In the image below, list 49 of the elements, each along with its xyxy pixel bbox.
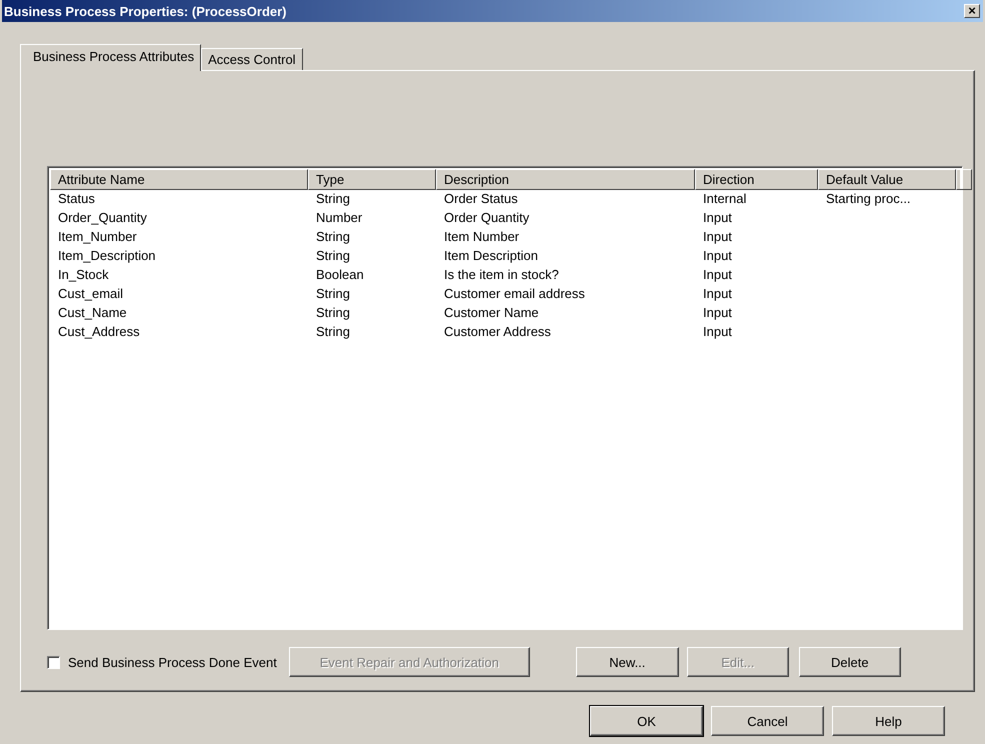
table-cell-text: String: [315, 229, 351, 244]
table-cell-text: In_Stock: [57, 267, 110, 282]
table-cell-text: String: [315, 248, 351, 263]
action-button[interactable]: Delete: [798, 647, 901, 677]
table-cell-text: Is the item in stock?: [443, 267, 560, 282]
table-cell-text: Customer Name: [443, 305, 540, 320]
table-cell-text: Status: [57, 191, 96, 206]
table-cell-text: Cust_email: [57, 286, 124, 301]
table-cell-text: Input: [702, 267, 733, 282]
table-cell-text: Customer email address: [443, 286, 586, 301]
table-cell-text: Input: [702, 210, 733, 225]
column-header[interactable]: Description: [436, 169, 695, 190]
table-cell-text: Order_Quantity: [57, 210, 148, 225]
column-header[interactable]: Type: [308, 169, 436, 190]
table-cell-text: Boolean: [315, 267, 365, 282]
table-cell-text: String: [315, 324, 351, 339]
table-cell-text: Item_Description: [57, 248, 157, 263]
table-cell-text: Customer Address: [443, 324, 552, 339]
tab[interactable]: Access Control: [201, 48, 303, 70]
dialog-button[interactable]: OK: [590, 706, 703, 736]
tab[interactable]: Business Process Attributes: [20, 44, 202, 71]
table-cell-text: String: [315, 191, 351, 206]
action-button[interactable]: New...: [576, 647, 679, 677]
dialog-button[interactable]: Cancel: [711, 706, 824, 736]
table-cell-text: Input: [702, 229, 733, 244]
table-cell-text: Input: [702, 324, 733, 339]
checkbox-label: Send Business Process Done Event: [68, 654, 277, 670]
table-cell-text: Number: [315, 210, 364, 225]
table-cell-text: Item_Number: [57, 229, 138, 244]
dialog-button[interactable]: Help: [832, 706, 945, 736]
column-header[interactable]: Default Value: [818, 169, 956, 190]
close-button[interactable]: ×: [964, 4, 980, 18]
table-cell-text: String: [315, 305, 351, 320]
table-cell-text: Starting proc...: [825, 191, 912, 206]
table-cell-text: Order Status: [443, 191, 519, 206]
table-cell-text: Input: [702, 286, 733, 301]
table-cell-text: Order Quantity: [443, 210, 530, 225]
table-cell-text: Input: [702, 305, 733, 320]
table-cell-text: Item Number: [443, 229, 520, 244]
table-cell-text: Input: [702, 248, 733, 263]
column-header[interactable]: Direction: [695, 169, 818, 190]
checkbox[interactable]: [47, 656, 60, 668]
table-cell-text: Internal: [702, 191, 748, 206]
table-cell-text: String: [315, 286, 351, 301]
table-cell-text: Item Description: [443, 248, 539, 263]
table-cell-text: Cust_Name: [57, 305, 128, 320]
table-cell-text: Cust_Address: [57, 324, 141, 339]
column-header[interactable]: Attribute Name: [50, 169, 308, 190]
window-title: Business Process Properties: (ProcessOrder): [4, 4, 287, 18]
